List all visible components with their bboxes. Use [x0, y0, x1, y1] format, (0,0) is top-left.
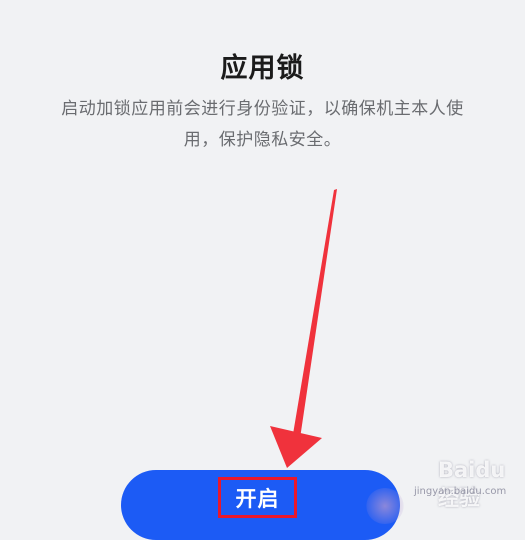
- annotation-arrow: [270, 189, 337, 468]
- enable-button-label[interactable]: 开启: [218, 483, 297, 513]
- annotation-arrow-shaft: [290, 189, 337, 452]
- app-lock-screen: 应用锁 启动加锁应用前会进行身份验证，以确保机主本人使用，保护隐私安全。 开启 …: [0, 0, 525, 540]
- watermark-url: jingyan.baidu.com: [414, 486, 507, 497]
- watermark-brand: Baidu经验: [438, 458, 506, 510]
- annotation-arrow-head: [270, 426, 322, 468]
- watermark-blob: [366, 488, 404, 524]
